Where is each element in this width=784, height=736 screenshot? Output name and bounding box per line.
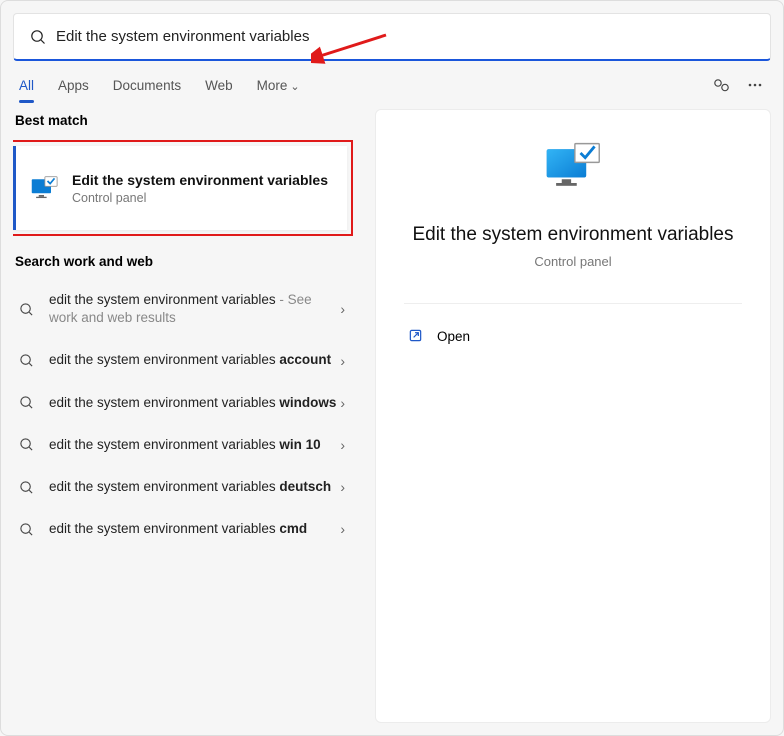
open-icon bbox=[408, 328, 423, 346]
search-icon bbox=[17, 353, 35, 368]
annotation-highlight-box: Edit the system environment variables Co… bbox=[13, 140, 353, 236]
web-result-text: edit the system environment variables wi… bbox=[49, 394, 340, 412]
web-result[interactable]: edit the system environment variables wi… bbox=[13, 426, 353, 464]
tab-web[interactable]: Web bbox=[205, 78, 233, 93]
search-icon bbox=[17, 395, 35, 410]
web-result[interactable]: edit the system environment variables de… bbox=[13, 468, 353, 506]
section-work-web: Search work and web bbox=[15, 254, 353, 269]
chevron-down-icon: ⌄ bbox=[290, 81, 299, 93]
tab-all[interactable]: All bbox=[19, 78, 34, 93]
section-best-match: Best match bbox=[15, 113, 353, 128]
open-action[interactable]: Open bbox=[376, 318, 770, 356]
tabs-row: All Apps Documents Web More⌄ bbox=[13, 61, 771, 109]
monitor-check-icon-large bbox=[543, 138, 603, 198]
web-result-text: edit the system environment variables wi… bbox=[49, 436, 340, 454]
chevron-right-icon: › bbox=[340, 301, 349, 317]
detail-title: Edit the system environment variables bbox=[412, 222, 733, 248]
chevron-right-icon: › bbox=[340, 521, 349, 537]
more-icon[interactable] bbox=[747, 77, 763, 93]
chevron-right-icon: › bbox=[340, 437, 349, 453]
search-icon bbox=[17, 437, 35, 452]
search-icon bbox=[17, 522, 35, 537]
chevron-right-icon: › bbox=[340, 395, 349, 411]
best-match-result[interactable]: Edit the system environment variables Co… bbox=[13, 146, 347, 230]
search-icon bbox=[17, 302, 35, 317]
web-result[interactable]: edit the system environment variables cm… bbox=[13, 510, 353, 548]
best-match-title: Edit the system environment variables bbox=[72, 171, 328, 190]
detail-subtitle: Control panel bbox=[534, 254, 611, 269]
web-result-text: edit the system environment variables ac… bbox=[49, 351, 340, 369]
web-result-text: edit the system environment variables cm… bbox=[49, 520, 340, 538]
open-label: Open bbox=[437, 329, 470, 344]
divider bbox=[404, 303, 742, 304]
detail-pane: Edit the system environment variables Co… bbox=[375, 109, 771, 723]
share-icon[interactable] bbox=[713, 77, 731, 93]
search-icon bbox=[17, 480, 35, 495]
search-bar[interactable] bbox=[13, 13, 771, 61]
chevron-right-icon: › bbox=[340, 479, 349, 495]
best-match-subtitle: Control panel bbox=[72, 191, 328, 205]
web-result-text: edit the system environment variables de… bbox=[49, 478, 340, 496]
monitor-check-icon bbox=[30, 174, 58, 202]
web-result[interactable]: edit the system environment variables - … bbox=[13, 281, 353, 337]
search-input[interactable] bbox=[56, 28, 754, 45]
web-result[interactable]: edit the system environment variables wi… bbox=[13, 384, 353, 422]
tab-apps[interactable]: Apps bbox=[58, 78, 89, 93]
results-column: Best match Edit the system environment v… bbox=[13, 109, 353, 723]
search-icon bbox=[30, 29, 46, 45]
chevron-right-icon: › bbox=[340, 353, 349, 369]
tab-documents[interactable]: Documents bbox=[113, 78, 181, 93]
web-result-text: edit the system environment variables - … bbox=[49, 291, 340, 327]
web-result[interactable]: edit the system environment variables ac… bbox=[13, 341, 353, 379]
tab-more[interactable]: More⌄ bbox=[257, 78, 300, 93]
